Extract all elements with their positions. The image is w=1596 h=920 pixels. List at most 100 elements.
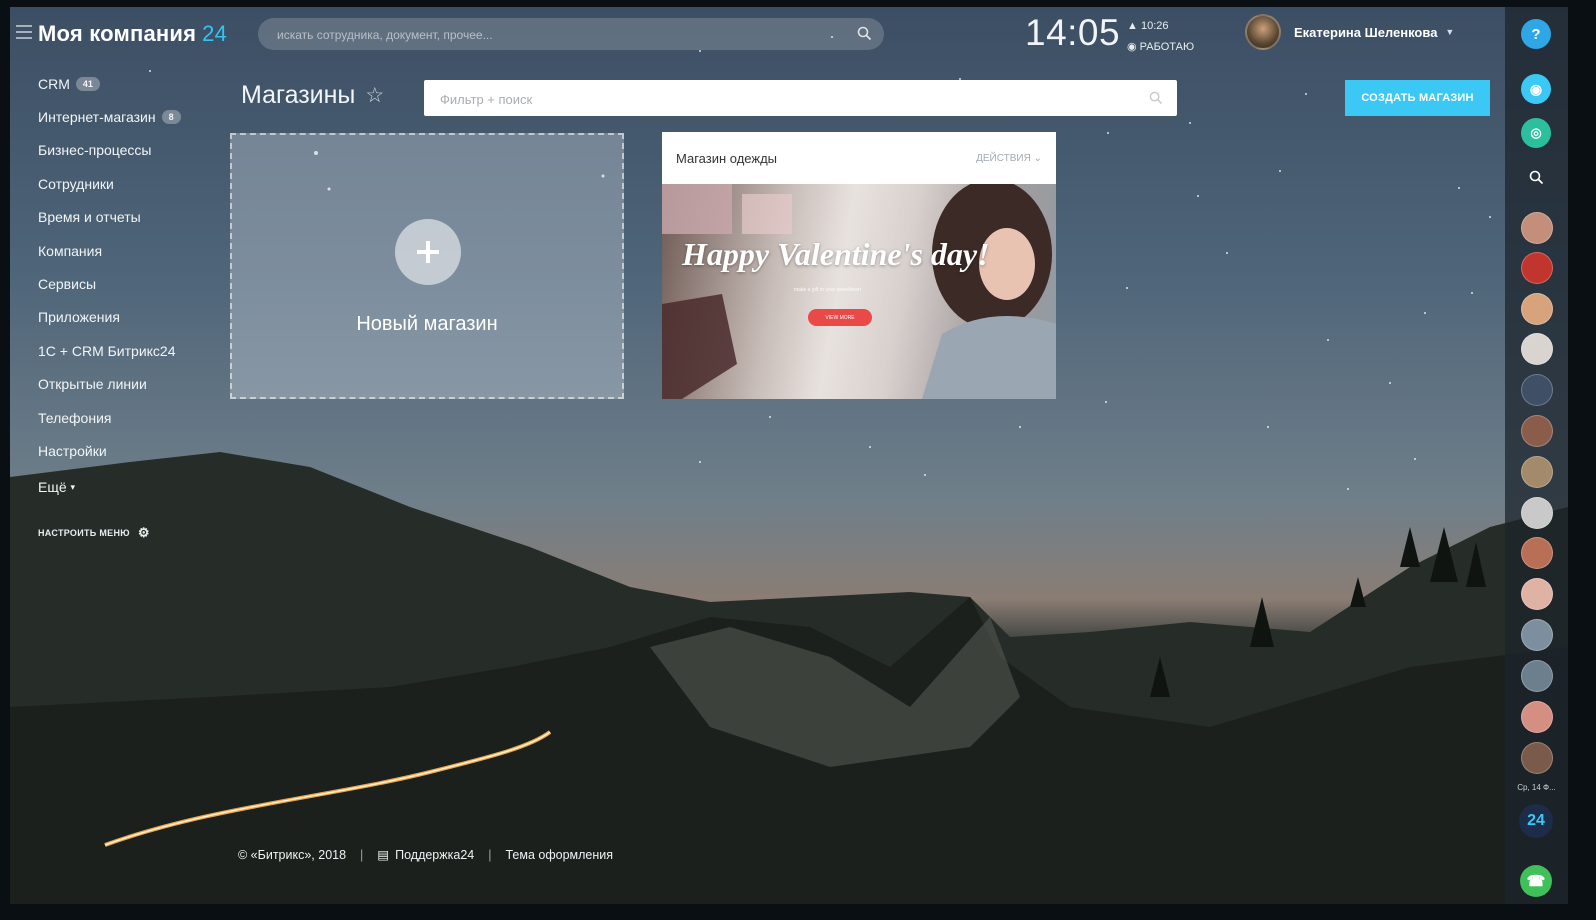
- configure-menu-button[interactable]: НАСТРОИТЬ МЕНЮ ⚙: [38, 525, 150, 541]
- banner-subtitle: make a gift to your sweetheart: [794, 287, 861, 293]
- shop-preview-image[interactable]: Happy Valentine's day! make a gift to yo…: [662, 184, 1056, 399]
- contact-avatar[interactable]: [1521, 578, 1553, 610]
- contact-avatar[interactable]: [1521, 212, 1553, 244]
- contact-avatar[interactable]: [1521, 293, 1553, 325]
- sidebar-item-label: Интернет-магазин: [38, 109, 156, 126]
- search-icon[interactable]: [1521, 162, 1551, 192]
- open-lines-icon[interactable]: ◎: [1521, 118, 1551, 148]
- clock: 14:05: [1025, 12, 1121, 53]
- create-shop-button[interactable]: СОЗДАТЬ МАГАЗИН: [1345, 80, 1490, 116]
- help-icon[interactable]: ?: [1521, 19, 1551, 49]
- bell-icon: ▲: [1127, 20, 1138, 32]
- sidebar-item-time-reports[interactable]: Время и отчеты: [38, 201, 228, 234]
- sidebar-item-label: Открытые линии: [38, 376, 147, 393]
- sidebar-item-telephony[interactable]: Телефония: [38, 401, 228, 434]
- chevron-down-icon: ▾: [70, 481, 76, 492]
- sidebar-item-business-processes[interactable]: Бизнес-процессы: [38, 134, 228, 167]
- sidebar-item-applications[interactable]: Приложения: [38, 301, 228, 334]
- filter-search-input[interactable]: [438, 80, 1141, 118]
- sidebar-more[interactable]: Ещё ▾: [38, 471, 228, 504]
- top-bar: Моя компания24 14:05 ▲ 10:26 ◉ РАБОТАЮ Е…: [10, 7, 1505, 62]
- user-avatar: [1245, 14, 1281, 50]
- status-icon: ◉: [1127, 41, 1137, 53]
- new-shop-card[interactable]: Новый магазин: [230, 133, 624, 399]
- work-time: 10:26: [1140, 20, 1169, 32]
- sidebar-item-label: CRM: [38, 75, 70, 92]
- sidebar-item-employees[interactable]: Сотрудники: [38, 167, 228, 200]
- configure-menu-label: НАСТРОИТЬ МЕНЮ: [38, 528, 130, 538]
- page-title-block: Магазины ☆: [241, 81, 384, 110]
- sidebar-item-1c-crm[interactable]: 1С + CRM Битрикс24: [38, 334, 228, 367]
- chat-icon: ▤: [377, 848, 390, 862]
- banner-title: Happy Valentine's day!: [682, 236, 990, 272]
- work-status-row: ◉ РАБОТАЮ: [1127, 37, 1194, 58]
- contact-avatar[interactable]: [1521, 701, 1553, 733]
- contact-avatar[interactable]: [1521, 742, 1553, 774]
- work-status: РАБОТАЮ: [1139, 41, 1195, 53]
- logo-text: Моя компания: [38, 21, 197, 46]
- chevron-down-icon: ⌄: [1033, 152, 1042, 164]
- sidebar-item-open-lines[interactable]: Открытые линии: [38, 368, 228, 401]
- filter-search: [424, 80, 1177, 118]
- shop-actions-menu[interactable]: ДЕЙСТВИЯ ⌄: [976, 153, 1042, 164]
- contact-avatar[interactable]: [1521, 619, 1553, 651]
- date-label: Ср, 14 Ф...: [1517, 783, 1556, 792]
- sidebar-item-label: Настройки: [38, 442, 107, 459]
- footer-divider: |: [360, 847, 364, 862]
- right-panel: ? ◉ ◎ Ср, 14 Ф... 24 ☎: [1505, 7, 1568, 904]
- chevron-down-icon: ▼: [1445, 27, 1455, 37]
- star-icon[interactable]: ☆: [365, 83, 384, 108]
- sidebar-item-label: Приложения: [38, 309, 120, 326]
- copyright: © «Битрикс», 2018: [238, 847, 347, 862]
- left-menu: CRM 41 Интернет-магазин 8 Бизнес-процессы …: [38, 67, 228, 504]
- contact-avatar[interactable]: [1521, 333, 1553, 365]
- gear-icon: ⚙: [137, 525, 150, 540]
- footer: © «Битрикс», 2018 | ▤ Поддержка24 | Тема…: [238, 847, 613, 863]
- contact-avatar[interactable]: [1521, 660, 1553, 692]
- user-menu[interactable]: Екатерина Шеленкова ▼: [1245, 14, 1454, 50]
- bitrix24-app-icon[interactable]: 24: [1519, 804, 1553, 838]
- sidebar-item-company[interactable]: Компания: [38, 234, 228, 267]
- sidebar-item-label: 1С + CRM Битрикс24: [38, 342, 176, 359]
- contact-avatar[interactable]: [1521, 252, 1553, 284]
- app-window: Моя компания24 14:05 ▲ 10:26 ◉ РАБОТАЮ Е…: [10, 7, 1568, 904]
- sidebar-item-services[interactable]: Сервисы: [38, 267, 228, 300]
- counter-badge: 41: [75, 76, 100, 91]
- work-day-widget[interactable]: ▲ 10:26 ◉ РАБОТАЮ: [1127, 16, 1194, 58]
- contact-avatar[interactable]: [1521, 456, 1553, 488]
- sidebar-item-label: Время и отчеты: [38, 209, 141, 226]
- work-time-row: ▲ 10:26: [1127, 16, 1194, 37]
- contact-avatar[interactable]: [1521, 415, 1553, 447]
- sidebar-item-label: Телефония: [38, 409, 112, 426]
- banner-view-more-button: VIEW MORE: [808, 309, 872, 326]
- company-logo[interactable]: Моя компания 24: [38, 21, 227, 47]
- sidebar-item-label: Сервисы: [38, 276, 97, 293]
- theme-link[interactable]: Тема оформления: [505, 848, 613, 862]
- sidebar-item-settings[interactable]: Настройки: [38, 434, 228, 467]
- shop-card-header: Магазин одежды ДЕЙСТВИЯ ⌄: [662, 132, 1056, 184]
- sidebar-item-crm[interactable]: CRM 41: [38, 67, 228, 100]
- footer-divider: |: [488, 847, 492, 862]
- shop-card[interactable]: Магазин одежды ДЕЙСТВИЯ ⌄ Happy Valentin…: [662, 132, 1056, 399]
- sidebar-item-online-store[interactable]: Интернет-магазин 8: [38, 100, 228, 133]
- user-name: Екатерина Шеленкова: [1294, 24, 1438, 40]
- shop-name[interactable]: Магазин одежды: [676, 151, 777, 166]
- contact-avatar[interactable]: [1521, 537, 1553, 569]
- contact-avatar[interactable]: [1521, 497, 1553, 529]
- shop-actions-label: ДЕЙСТВИЯ: [976, 152, 1031, 164]
- search-icon[interactable]: [857, 26, 872, 41]
- sidebar-item-label: Бизнес-процессы: [38, 142, 152, 159]
- global-search: [258, 18, 884, 52]
- sidebar-item-label: Сотрудники: [38, 175, 114, 192]
- menu-toggle-icon[interactable]: [16, 25, 32, 39]
- global-search-input[interactable]: [275, 18, 848, 52]
- sidebar-more-label: Ещё: [38, 479, 67, 496]
- search-icon[interactable]: [1149, 91, 1163, 105]
- support-link[interactable]: Поддержка24: [395, 848, 474, 862]
- contact-avatar[interactable]: [1521, 374, 1553, 406]
- sidebar-item-label: Компания: [38, 242, 103, 259]
- phone-call-icon[interactable]: ☎: [1520, 865, 1552, 897]
- page-title: Магазины: [241, 81, 356, 109]
- logo-suffix: 24: [202, 21, 228, 46]
- notifications-bell-icon[interactable]: ◉: [1521, 74, 1551, 104]
